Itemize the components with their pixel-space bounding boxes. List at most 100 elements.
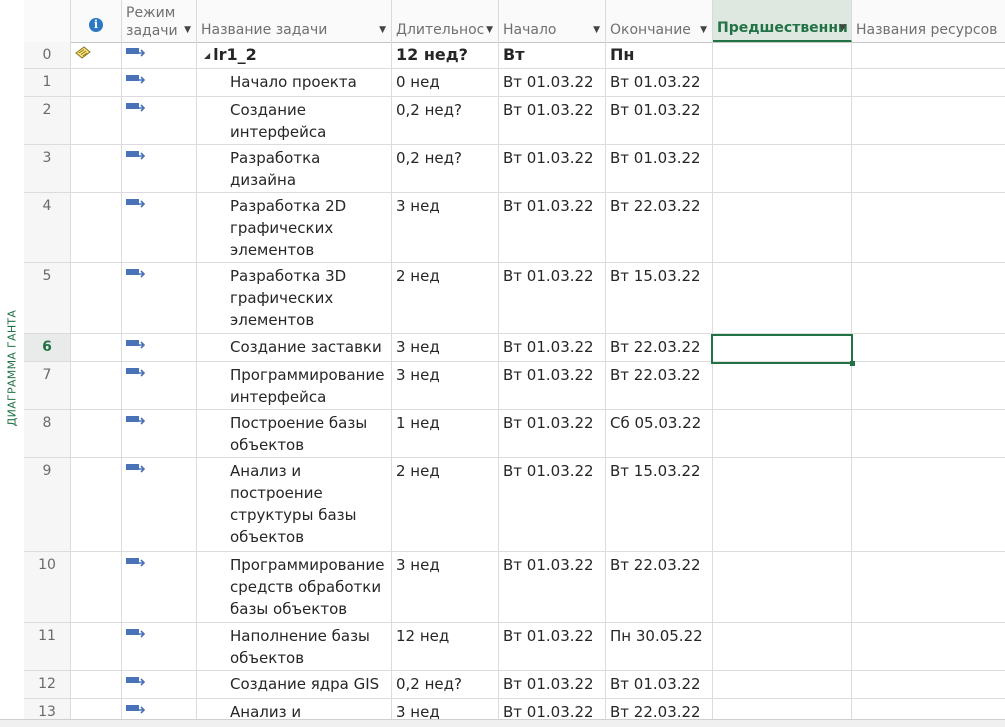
collapse-triangle-icon[interactable]: ◢ [204,51,210,60]
task-name-cell[interactable]: Создание ядра GIS [197,671,392,698]
row-id-cell[interactable]: 1 [24,69,71,96]
task-name-cell[interactable]: Создание интерфейса [197,97,392,144]
duration-cell[interactable]: 3 нед [392,334,499,361]
predecessors-cell[interactable] [713,263,852,333]
indicators-cell[interactable] [71,42,122,68]
start-cell[interactable]: Вт 01.03.22 [499,623,606,670]
predecessors-cell[interactable] [713,671,852,698]
task-name-cell[interactable]: Разработка дизайна интерфейса [197,145,392,192]
task-mode-cell[interactable] [122,458,197,551]
column-header-predecessors[interactable]: Предшественни ▼ [713,0,852,42]
task-name-cell[interactable]: Разработка 2D графических элементов [197,193,392,262]
finish-cell[interactable]: Вт 15.03.22 [606,263,713,333]
indicators-cell[interactable] [71,410,122,457]
task-name-cell[interactable]: Начало проекта [197,69,392,96]
table-row[interactable]: 1 Начало проекта 0 нед Вт 01.03.22 Вт 01.03.… [24,69,1005,97]
horizontal-scrollbar[interactable] [0,719,1005,727]
indicators-cell[interactable] [71,552,122,622]
indicators-cell[interactable] [71,362,122,409]
start-cell[interactable]: Вт 01.03.22 [499,69,606,96]
predecessors-cell[interactable] [713,410,852,457]
start-cell[interactable]: Вт 01.03.22 [499,671,606,698]
column-header-indicators[interactable]: i [71,0,122,42]
resource-names-cell[interactable] [852,334,1005,361]
finish-cell[interactable]: Вт 01.03.22 [606,69,713,96]
table-row[interactable]: 8 Построение базы объектов 1 нед Вт 01.03.2… [24,410,1005,458]
row-id-cell[interactable]: 6 [24,334,71,361]
resource-names-cell[interactable] [852,410,1005,457]
indicators-cell[interactable] [71,145,122,192]
chevron-down-icon[interactable]: ▼ [839,23,846,33]
task-mode-cell[interactable] [122,42,197,68]
finish-cell[interactable]: Вт 15.03.22 [606,458,713,551]
row-id-cell[interactable]: 11 [24,623,71,670]
task-name-cell[interactable]: Наполнение базы объектов [197,623,392,670]
task-mode-cell[interactable] [122,263,197,333]
duration-cell[interactable]: 12 нед? [392,42,499,68]
task-mode-cell[interactable] [122,97,197,144]
row-id-cell[interactable]: 9 [24,458,71,551]
resource-names-cell[interactable] [852,69,1005,96]
duration-cell[interactable]: 2 нед [392,458,499,551]
finish-cell[interactable]: Пн 30.05.22 [606,42,713,68]
resource-names-cell[interactable] [852,458,1005,551]
table-row[interactable]: 2 Создание интерфейса 0,2 нед? Вт 01.03.22 В… [24,97,1005,145]
task-mode-cell[interactable] [122,334,197,361]
resource-names-cell[interactable] [852,263,1005,333]
column-header-finish[interactable]: Окончание ▼ [606,0,713,42]
duration-cell[interactable]: 3 нед [392,552,499,622]
resource-names-cell[interactable] [852,145,1005,192]
finish-cell[interactable]: Пн 30.05.22 [606,623,713,670]
finish-cell[interactable]: Вт 01.03.22 [606,671,713,698]
finish-cell[interactable]: Вт 22.03.22 [606,334,713,361]
duration-cell[interactable]: 0,2 нед? [392,145,499,192]
indicators-cell[interactable] [71,458,122,551]
start-cell[interactable]: Вт 01.03.22 [499,552,606,622]
select-all-corner[interactable] [24,0,71,42]
table-row[interactable]: 4 Разработка 2D графических элементов 3 не… [24,193,1005,263]
predecessors-cell[interactable] [713,193,852,262]
table-row[interactable]: 11 Наполнение базы объектов 12 нед Вт 01.03… [24,623,1005,671]
duration-cell[interactable]: 3 нед [392,362,499,409]
finish-cell[interactable]: Вт 01.03.22 [606,97,713,144]
column-header-start[interactable]: Начало ▼ [499,0,606,42]
resource-names-cell[interactable] [852,623,1005,670]
chevron-down-icon[interactable]: ▼ [184,25,191,35]
table-row[interactable]: 7 Программирование интерфейса 3 нед Вт 01.0… [24,362,1005,410]
row-id-cell[interactable]: 7 [24,362,71,409]
start-cell[interactable]: Вт 01.03.22 [499,263,606,333]
duration-cell[interactable]: 3 нед [392,193,499,262]
table-row[interactable]: 12 Создание ядра GIS 0,2 нед? Вт 01.03.22 Вт… [24,671,1005,699]
task-name-cell[interactable]: Программирование средств обработки базы … [197,552,392,622]
column-header-task-name[interactable]: Название задачи ▼ [197,0,392,42]
task-name-cell[interactable]: Построение базы объектов [197,410,392,457]
finish-cell[interactable]: Вт 22.03.22 [606,362,713,409]
start-cell[interactable]: Вт 01.03.22 [499,193,606,262]
table-row[interactable]: 6 Создание заставки 3 нед Вт 01.03.22 Вт 22.… [24,334,1005,362]
fill-handle[interactable] [850,361,855,366]
chevron-down-icon[interactable]: ▼ [700,25,707,35]
predecessors-cell[interactable] [713,458,852,551]
start-cell[interactable]: Вт 01.03.22 [499,97,606,144]
start-cell[interactable]: Вт 01.03.22 [499,334,606,361]
chevron-down-icon[interactable]: ▼ [379,25,386,35]
resource-names-cell[interactable] [852,671,1005,698]
table-row[interactable]: 10 Программирование средств обработки баз… [24,552,1005,623]
row-id-cell[interactable]: 5 [24,263,71,333]
task-name-cell[interactable]: Программирование интерфейса [197,362,392,409]
finish-cell[interactable]: Вт 22.03.22 [606,193,713,262]
duration-cell[interactable]: 1 нед [392,410,499,457]
resource-names-cell[interactable] [852,97,1005,144]
table-row[interactable]: 0◢lr1_212 нед?Вт 01.03.22Пн 30.05.22 [24,42,1005,69]
chevron-down-icon[interactable]: ▼ [593,25,600,35]
task-name-cell[interactable]: Разработка 3D графических элементов [197,263,392,333]
finish-cell[interactable]: Вт 22.03.22 [606,552,713,622]
duration-cell[interactable]: 0,2 нед? [392,671,499,698]
duration-cell[interactable]: 12 нед [392,623,499,670]
row-id-cell[interactable]: 10 [24,552,71,622]
duration-cell[interactable]: 0 нед [392,69,499,96]
indicators-cell[interactable] [71,623,122,670]
start-cell[interactable]: Вт 01.03.22 [499,410,606,457]
task-mode-cell[interactable] [122,552,197,622]
predecessors-cell[interactable] [713,145,852,192]
